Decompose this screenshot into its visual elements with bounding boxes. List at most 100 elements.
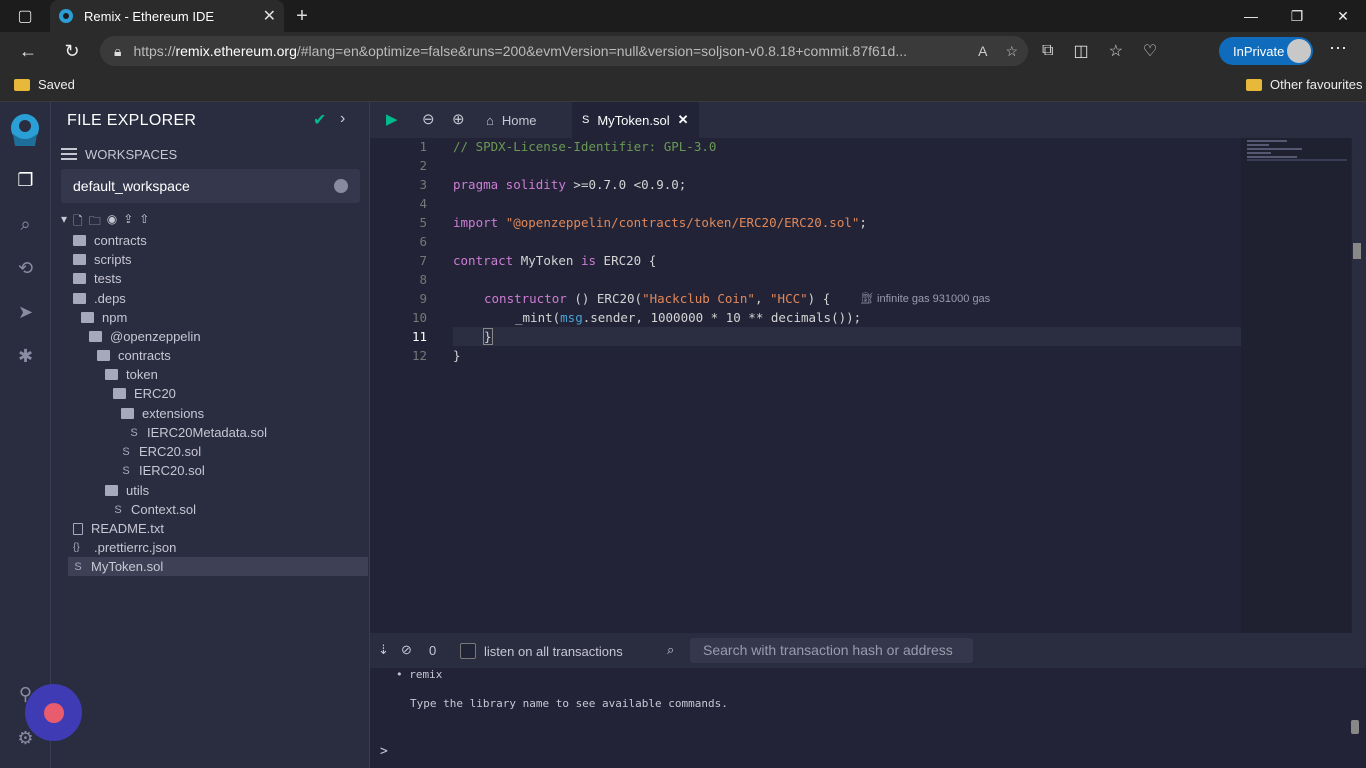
tree-folder-scripts[interactable]: scripts [73, 250, 132, 269]
tree-folder-contracts-nested[interactable]: contracts [97, 346, 171, 365]
solidity-file-icon: S [130, 426, 138, 439]
file-explorer-icon[interactable]: ❐ [13, 170, 38, 195]
search-icon[interactable]: ⌕ [13, 214, 38, 239]
keyword: import [453, 215, 499, 230]
zoom-out-icon[interactable]: ⊖ [422, 110, 435, 128]
tree-file-prettierrc[interactable]: {} .prettierrc.json [73, 538, 176, 557]
tree-item-label: .deps [94, 291, 126, 306]
tree-file-context[interactable]: S Context.sol [113, 500, 196, 519]
folder-open-icon [73, 293, 86, 304]
browser-tab[interactable]: Remix - Ethereum IDE ✕ [50, 0, 284, 32]
help-text: Type the library name to see available c… [410, 697, 728, 710]
listen-label: listen on all transactions [484, 644, 623, 659]
tree-folder-erc20[interactable]: ERC20 [113, 384, 176, 403]
minimap[interactable] [1241, 138, 1351, 633]
browser-essentials-icon[interactable]: ♡ [1143, 41, 1157, 61]
tree-file-mytoken[interactable]: S MyToken.sol [68, 557, 368, 576]
upload-folder-icon[interactable]: ⇧ [139, 212, 149, 233]
extensions-icon[interactable]: ⧉ [1042, 42, 1053, 60]
code-line-5: import "@openzeppelin/contracts/token/ER… [453, 215, 867, 230]
new-tab-button[interactable]: + [284, 5, 320, 28]
tree-file-ierc20[interactable]: S IERC20.sol [121, 461, 204, 480]
solidity-file-icon: S [114, 503, 122, 516]
remix-favicon-icon [59, 9, 73, 23]
record-button[interactable] [25, 684, 82, 741]
terminal-scrollbar[interactable] [1351, 720, 1359, 734]
clear-console-icon[interactable]: ⊘ [401, 642, 412, 658]
solidity-compiler-icon[interactable]: ⟲ [13, 258, 38, 283]
tree-folder-npm[interactable]: npm [81, 308, 127, 327]
hamburger-menu-icon[interactable] [61, 145, 77, 163]
folder-open-icon [105, 485, 118, 496]
run-script-icon[interactable]: ▶ [386, 110, 398, 128]
tree-folder-utils[interactable]: utils [105, 481, 149, 500]
favourite-saved[interactable]: Saved [14, 77, 75, 92]
inprivate-button[interactable]: InPrivate [1219, 37, 1313, 65]
tree-file-readme[interactable]: README.txt [73, 519, 164, 538]
close-tab-icon[interactable]: ✕ [678, 112, 689, 128]
zoom-in-icon[interactable]: ⊕ [452, 110, 465, 128]
search-icon: ⌕ [667, 642, 675, 657]
back-icon[interactable]: ← [6, 32, 50, 70]
gas-pump-icon: ⛽︎ [860, 293, 878, 305]
keyword: is [580, 253, 597, 268]
close-window-icon[interactable]: ✕ [1320, 0, 1366, 32]
workspace-select[interactable]: default_workspace [61, 169, 360, 203]
code-text: ; [859, 215, 867, 230]
debugger-icon[interactable]: ✱ [13, 346, 38, 371]
listen-checkbox[interactable] [460, 643, 476, 659]
remix-logo-icon[interactable] [5, 110, 45, 150]
msg-identifier: msg [560, 310, 583, 325]
tree-folder-token[interactable]: token [105, 365, 158, 384]
favourite-star-icon[interactable]: ☆ [1005, 43, 1018, 60]
code-text: ) { [807, 291, 831, 306]
code-editor[interactable]: 1 2 3 4 5 6 7 8 9 10 11 12 // SPDX-Licen… [370, 138, 1352, 633]
favourite-other[interactable]: Other favourites [1246, 77, 1363, 92]
tree-folder-deps[interactable]: .deps [73, 289, 126, 308]
upload-icon[interactable]: ⇪ [123, 212, 133, 233]
tree-folder-contracts[interactable]: contracts [73, 231, 147, 250]
split-screen-icon[interactable]: ◫ [1073, 41, 1088, 61]
inprivate-label: InPrivate [1233, 43, 1285, 59]
code-text: _mint( [515, 310, 561, 325]
deploy-run-icon[interactable]: ➤ [13, 302, 38, 327]
solidity-file-icon: S [122, 464, 130, 477]
minimize-icon[interactable]: — [1228, 0, 1274, 32]
library-name: remix [409, 668, 443, 681]
tree-folder-tests[interactable]: tests [73, 269, 121, 288]
scrollbar-thumb[interactable] [1353, 243, 1361, 259]
tab-actions-icon[interactable]: ▢ [0, 0, 50, 32]
collapse-terminal-icon[interactable]: ⇣ [378, 642, 389, 658]
url-field[interactable]: 🔒︎ https://remix.ethereum.org/#lang=en&o… [100, 36, 1028, 66]
tree-item-label: token [126, 367, 158, 382]
tab-mytoken-label: MyToken.sol [597, 112, 670, 128]
solidity-file-icon: S [582, 114, 590, 126]
read-aloud-icon[interactable]: A͏ [978, 43, 987, 59]
minimap-line [1247, 144, 1269, 146]
github-icon[interactable]: ◉ [107, 212, 117, 233]
tree-folder-extensions[interactable]: extensions [121, 404, 204, 423]
favourites-icon[interactable]: ☆ [1109, 41, 1123, 61]
tree-file-ierc20metadata[interactable]: S IERC20Metadata.sol [129, 423, 267, 442]
tx-search-input[interactable]: Search with transaction hash or address [690, 638, 973, 663]
tab-mytoken[interactable]: S MyToken.sol ✕ [572, 102, 699, 138]
collapse-caret-icon[interactable]: ▾ [61, 212, 67, 233]
tree-file-erc20[interactable]: S ERC20.sol [121, 442, 201, 461]
terminal-prompt[interactable]: > [380, 744, 388, 759]
new-file-icon[interactable]: 🗋︎ [73, 212, 83, 233]
tree-folder-openzeppelin[interactable]: @openzeppelin [89, 327, 201, 346]
restore-icon[interactable]: ❐ [1274, 0, 1320, 32]
line-number: 7 [419, 253, 427, 268]
refresh-icon[interactable]: ↻ [50, 32, 94, 70]
editor-scrollbar[interactable] [1352, 138, 1366, 633]
library-list-item: • remix [396, 668, 443, 681]
more-options-icon[interactable]: ⋯ [1328, 38, 1348, 64]
new-folder-icon[interactable]: 🗀︎ [89, 212, 101, 233]
solidity-file-icon: S [74, 560, 82, 573]
close-tab-icon[interactable]: ✕ [263, 6, 276, 26]
folder-icon [14, 78, 30, 91]
tab-home[interactable]: ⌂ Home [486, 102, 537, 138]
lock-icon: 🔒︎ [114, 42, 122, 59]
chevron-right-icon[interactable]: › [340, 110, 345, 128]
check-icon: ✔ [313, 112, 327, 129]
